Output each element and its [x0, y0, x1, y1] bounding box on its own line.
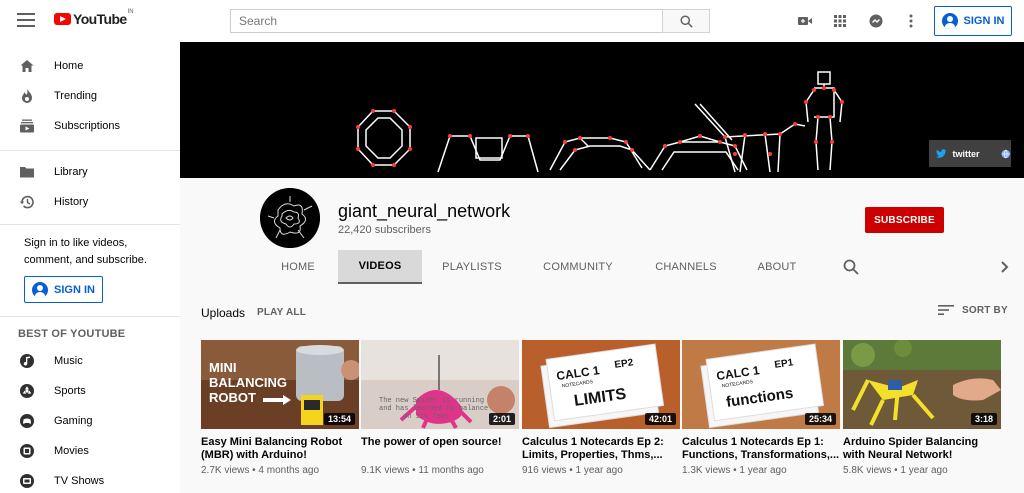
video-title[interactable]: Easy Mini Balancing Robot (MBR) with Ard… — [201, 436, 359, 462]
video-card[interactable]: CALC 1 EP1 NOTECARDS functions 25:34 Cal… — [682, 340, 840, 476]
sidebar-item-sports[interactable]: Sports — [0, 376, 180, 406]
video-meta: 1.3K views • 1 year ago — [682, 465, 787, 476]
flame-icon — [22, 89, 32, 103]
video-thumbnail[interactable]: CALC 1 EP2 NOTECARDS LIMITS 42:01 — [522, 340, 680, 429]
subscriber-count: 22,420 subscribers — [338, 224, 431, 236]
channel-banner: twitter — [180, 42, 1024, 178]
banner-social-links[interactable]: twitter — [929, 140, 1011, 167]
uploads-header: Uploads PLAY ALL SORT BY — [180, 284, 1024, 340]
sidebar-divider — [0, 224, 180, 225]
video-meta: 2.7K views • 4 months ago — [201, 465, 320, 476]
video-thumbnail[interactable]: 3:18 — [843, 340, 1001, 429]
create-video-icon[interactable] — [797, 13, 813, 29]
thumb-text: The new Spider is running — [379, 397, 484, 405]
tab-channels[interactable]: CHANNELS — [645, 250, 727, 284]
sign-in-button[interactable]: SIGN IN — [934, 6, 1012, 36]
sports-icon — [20, 384, 34, 398]
tab-home[interactable]: HOME — [265, 250, 331, 284]
video-meta: 916 views • 1 year ago — [522, 465, 623, 476]
search-bar — [230, 9, 710, 33]
tab-community[interactable]: COMMUNITY — [532, 250, 624, 284]
video-duration: 2:01 — [488, 413, 515, 425]
search-input[interactable] — [230, 9, 662, 33]
thumb-text: MINI — [209, 360, 236, 375]
twitter-icon — [936, 149, 947, 158]
sidebar-item-home[interactable]: Home — [0, 51, 180, 81]
video-title[interactable]: Calculus 1 Notecards Ep 1: Functions, Tr… — [682, 436, 840, 462]
chevron-right-icon[interactable] — [998, 259, 1012, 275]
sidebar-sign-in-button[interactable]: SIGN IN — [24, 276, 103, 303]
music-icon — [20, 354, 34, 368]
youtube-play-icon — [54, 13, 71, 25]
video-card[interactable]: MINI BALANCING ROBOT 13:54 Easy Mini Bal… — [201, 340, 359, 476]
apps-grid-icon[interactable] — [832, 13, 848, 29]
sidebar-item-subscriptions[interactable]: Subscriptions — [0, 111, 180, 141]
country-code: IN — [127, 9, 134, 15]
tab-playlists[interactable]: PLAYLISTS — [432, 250, 512, 284]
sidebar-item-trending[interactable]: Trending — [0, 81, 180, 111]
youtube-logo[interactable]: YouTube IN — [54, 9, 134, 27]
channel-avatar-art — [260, 188, 320, 248]
sidebar-item-gaming[interactable]: Gaming — [0, 406, 180, 436]
video-duration: 42:01 — [644, 413, 676, 425]
video-card[interactable]: 3:18 Arduino Spider Balancing with Neura… — [843, 340, 1001, 476]
gaming-icon — [20, 414, 34, 428]
sidebar-divider — [0, 150, 180, 151]
sidebar-item-movies[interactable]: Movies — [0, 436, 180, 466]
sidebar-item-music[interactable]: Music — [0, 346, 180, 376]
video-duration: 3:18 — [970, 413, 997, 425]
more-options-icon[interactable] — [903, 13, 919, 29]
video-duration: 25:34 — [804, 413, 836, 425]
movies-icon — [20, 444, 34, 458]
sidebar-item-tv-shows[interactable]: TV Shows — [0, 466, 180, 493]
video-meta: 5.8K views • 1 year ago — [843, 465, 948, 476]
tab-about[interactable]: ABOUT — [748, 250, 806, 284]
play-all-button[interactable]: PLAY ALL — [257, 307, 306, 318]
thumb-text: on its feet — [403, 413, 449, 421]
video-meta: 9.1K views • 11 months ago — [361, 465, 484, 476]
search-button[interactable] — [662, 9, 710, 33]
channel-avatar[interactable] — [260, 188, 320, 248]
sidebar-divider — [0, 316, 180, 317]
globe-icon — [1002, 149, 1011, 158]
messages-icon[interactable] — [868, 13, 884, 29]
thumb-text: BALANCING — [209, 375, 287, 390]
tab-videos[interactable]: VIDEOS — [338, 250, 422, 284]
banner-art — [356, 71, 844, 173]
video-title[interactable]: The power of open source! — [361, 436, 519, 462]
subscriptions-icon — [20, 119, 34, 133]
folder-icon — [20, 167, 34, 178]
sidebar: Home Trending Subscriptions Library Hist… — [0, 42, 180, 493]
home-icon — [20, 60, 34, 72]
channel-tabs: HOME VIDEOS PLAYLISTS COMMUNITY CHANNELS… — [180, 250, 1024, 284]
history-icon — [19, 195, 34, 209]
menu-icon[interactable] — [17, 13, 35, 29]
video-thumbnail[interactable]: CALC 1 EP1 NOTECARDS functions 25:34 — [682, 340, 840, 429]
video-card[interactable]: CALC 1 EP2 NOTECARDS LIMITS 42:01 Calcul… — [522, 340, 680, 476]
video-title[interactable]: Arduino Spider Balancing with Neural Net… — [843, 436, 1001, 462]
best-of-youtube-heading: BEST OF YOUTUBE — [18, 328, 126, 340]
channel-search-icon[interactable] — [843, 259, 859, 275]
top-bar: YouTube IN SIGN IN — [0, 0, 1024, 42]
uploads-title: Uploads — [201, 306, 246, 320]
video-thumbnail[interactable]: The new Spider is running and has learne… — [361, 340, 519, 429]
sign-in-message: Sign in to like videos, comment, and sub… — [24, 237, 147, 266]
video-title[interactable]: Calculus 1 Notecards Ep 2: Limits, Prope… — [522, 436, 680, 462]
tv-icon — [20, 474, 34, 488]
thumb-text: ROBOT — [209, 390, 256, 405]
thumb-text: and has learned to balance — [379, 405, 488, 413]
channel-name: giant_neural_network — [338, 201, 511, 221]
video-thumbnail[interactable]: MINI BALANCING ROBOT 13:54 — [201, 340, 359, 429]
account-icon — [941, 13, 958, 29]
sidebar-item-history[interactable]: History — [0, 187, 180, 217]
sort-icon — [938, 305, 954, 315]
video-duration: 13:54 — [323, 413, 355, 425]
account-icon — [32, 281, 49, 298]
subscribe-button[interactable]: SUBSCRIBE — [865, 207, 944, 233]
sidebar-item-library[interactable]: Library — [0, 157, 180, 187]
channel-header: giant_neural_network 22,420 subscribers … — [180, 178, 1024, 284]
video-card[interactable]: The new Spider is running and has learne… — [361, 340, 519, 476]
sort-by-button[interactable]: SORT BY — [938, 304, 1008, 316]
search-icon — [679, 14, 693, 28]
